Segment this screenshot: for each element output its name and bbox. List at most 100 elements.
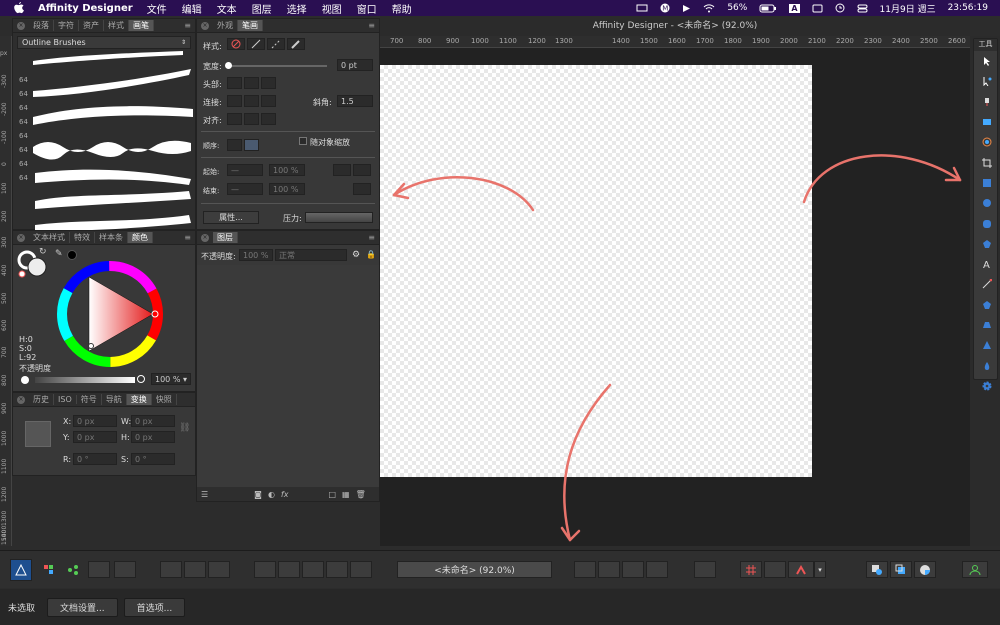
menu-file[interactable]: 文件 <box>147 1 167 16</box>
place-image-tool-icon[interactable] <box>974 112 999 132</box>
triangle-tool-icon[interactable] <box>974 335 999 355</box>
mitre-join-icon[interactable] <box>227 95 242 107</box>
menu-window[interactable]: 窗口 <box>357 1 377 16</box>
flip-horizontal-icon[interactable] <box>574 561 596 578</box>
rounded-rect-tool-icon[interactable] <box>974 213 999 233</box>
opacity-handle[interactable] <box>21 376 29 384</box>
document-setup-button[interactable]: 文档设置... <box>47 597 118 617</box>
width-field[interactable]: 0 pt <box>337 59 373 71</box>
brush-category-select[interactable]: Outline Brushes ⇕ <box>17 36 191 49</box>
vertical-ruler[interactable]: px -300 -200 -100 0 100 200 300 400 500 … <box>0 36 12 546</box>
flip-vertical-icon[interactable] <box>598 561 620 578</box>
pixel-persona-icon[interactable] <box>38 559 60 581</box>
app-name[interactable]: Affinity Designer <box>38 3 133 14</box>
group-icon[interactable]: ▦ <box>342 490 350 499</box>
input-method-indicator[interactable]: A <box>789 3 800 13</box>
layer-opacity-field[interactable]: 100 % <box>239 249 273 261</box>
opacity-slider[interactable] <box>35 377 135 383</box>
scale-checkbox[interactable] <box>299 137 307 145</box>
trapezoid-tool-icon[interactable] <box>974 315 999 335</box>
tab-effects[interactable]: 特效 <box>70 232 95 243</box>
tab-styles[interactable]: 样式 <box>104 20 129 31</box>
boolean-subtract-icon[interactable] <box>278 561 300 578</box>
mitre-field[interactable]: 1.5 <box>337 95 373 107</box>
round-join-icon[interactable] <box>244 95 259 107</box>
bevel-join-icon[interactable] <box>261 95 276 107</box>
tab-text-styles[interactable]: 文本样式 <box>29 232 70 243</box>
start-scale-field[interactable]: 100 % <box>269 164 305 176</box>
guides-icon[interactable] <box>764 561 786 578</box>
properties-button[interactable]: 属性... <box>203 211 259 224</box>
text-tool-icon[interactable]: A <box>974 254 999 274</box>
h-field[interactable]: 0 px <box>131 431 175 443</box>
rotate-left-icon[interactable] <box>622 561 644 578</box>
shear-field[interactable]: 0 ° <box>131 453 175 465</box>
snapping-grid-icon[interactable] <box>740 561 762 578</box>
close-icon[interactable]: × <box>201 21 209 30</box>
tab-symbols[interactable]: 符号 <box>77 394 102 405</box>
menu-layer[interactable]: 图层 <box>252 1 272 16</box>
mask-icon[interactable]: ◙ <box>254 490 262 499</box>
gear-icon[interactable]: ⚙ <box>352 250 360 260</box>
align-center-icon[interactable] <box>227 113 242 125</box>
arrow-end-icon[interactable] <box>353 164 371 176</box>
tab-appearance[interactable]: 外观 <box>213 20 238 31</box>
panel-menu-icon[interactable]: ≡ <box>368 233 375 242</box>
share-icon[interactable] <box>88 561 110 578</box>
tab-brushes[interactable]: 画笔 <box>129 20 154 31</box>
arrange-back-icon[interactable] <box>866 561 888 578</box>
menubar-time[interactable]: 23:56:19 <box>948 3 988 13</box>
transparency-tool-icon[interactable] <box>974 132 999 152</box>
artboard[interactable] <box>380 65 812 477</box>
rotation-field[interactable]: 0 ° <box>73 453 117 465</box>
teardrop-tool-icon[interactable] <box>974 355 999 375</box>
screen-icon[interactable] <box>636 4 648 13</box>
tab-color[interactable]: 颜色 <box>128 232 153 243</box>
select-all-icon[interactable] <box>160 561 182 578</box>
tab-paragraph[interactable]: 段落 <box>29 20 54 31</box>
apple-icon[interactable] <box>12 1 26 15</box>
dashed-line-icon[interactable] <box>267 38 285 50</box>
link-icon[interactable]: ⛓ <box>179 423 190 433</box>
align-icon[interactable] <box>694 561 716 578</box>
snapping-magnet-icon[interactable] <box>788 561 814 578</box>
brush-list[interactable] <box>13 51 197 231</box>
swap-arrows-icon[interactable] <box>333 164 351 176</box>
tab-snapshots[interactable]: 快照 <box>152 394 177 405</box>
width-slider[interactable] <box>225 62 327 69</box>
pressure-graph[interactable] <box>305 212 373 223</box>
boolean-intersect-icon[interactable] <box>302 561 324 578</box>
tab-navigator[interactable]: 导航 <box>102 394 127 405</box>
battery-icon[interactable] <box>759 4 777 13</box>
insert-inside-icon[interactable] <box>914 561 936 578</box>
fill-tool-icon[interactable] <box>974 92 999 112</box>
time-machine-icon[interactable] <box>835 3 845 13</box>
align-inside-icon[interactable] <box>244 113 259 125</box>
panel-menu-icon[interactable]: ≡ <box>184 233 191 242</box>
layers-list[interactable] <box>197 265 379 487</box>
trash-icon[interactable]: 🗑 <box>356 490 366 499</box>
panel-menu-icon[interactable]: ≡ <box>368 21 375 30</box>
rotate-right-icon[interactable] <box>646 561 668 578</box>
user-account-icon[interactable] <box>962 561 988 578</box>
x-field[interactable]: 0 px <box>73 415 117 427</box>
document-zoom-label[interactable]: <未命名> (92.0%) <box>397 561 552 578</box>
play-icon[interactable] <box>682 4 691 13</box>
snapping-options-icon[interactable]: ▾ <box>814 561 826 578</box>
boolean-divide-icon[interactable] <box>350 561 372 578</box>
butt-cap-icon[interactable] <box>227 77 242 89</box>
move-tool-icon[interactable] <box>974 51 999 71</box>
solid-line-icon[interactable] <box>247 38 265 50</box>
select-object-icon[interactable] <box>208 561 230 578</box>
brush-stroke-icon[interactable] <box>287 38 305 50</box>
control-center-icon[interactable] <box>857 4 868 13</box>
menubar-date[interactable]: 11月9日 週三 <box>880 2 936 15</box>
stroke-front-icon[interactable] <box>244 139 259 151</box>
stroke-behind-icon[interactable] <box>227 139 242 151</box>
w-field[interactable]: 0 px <box>131 415 175 427</box>
select-same-icon[interactable] <box>184 561 206 578</box>
no-stroke-icon[interactable] <box>227 38 245 50</box>
color-wheel[interactable] <box>55 259 165 369</box>
fill-stroke-swatches[interactable] <box>17 249 57 279</box>
square-cap-icon[interactable] <box>261 77 276 89</box>
